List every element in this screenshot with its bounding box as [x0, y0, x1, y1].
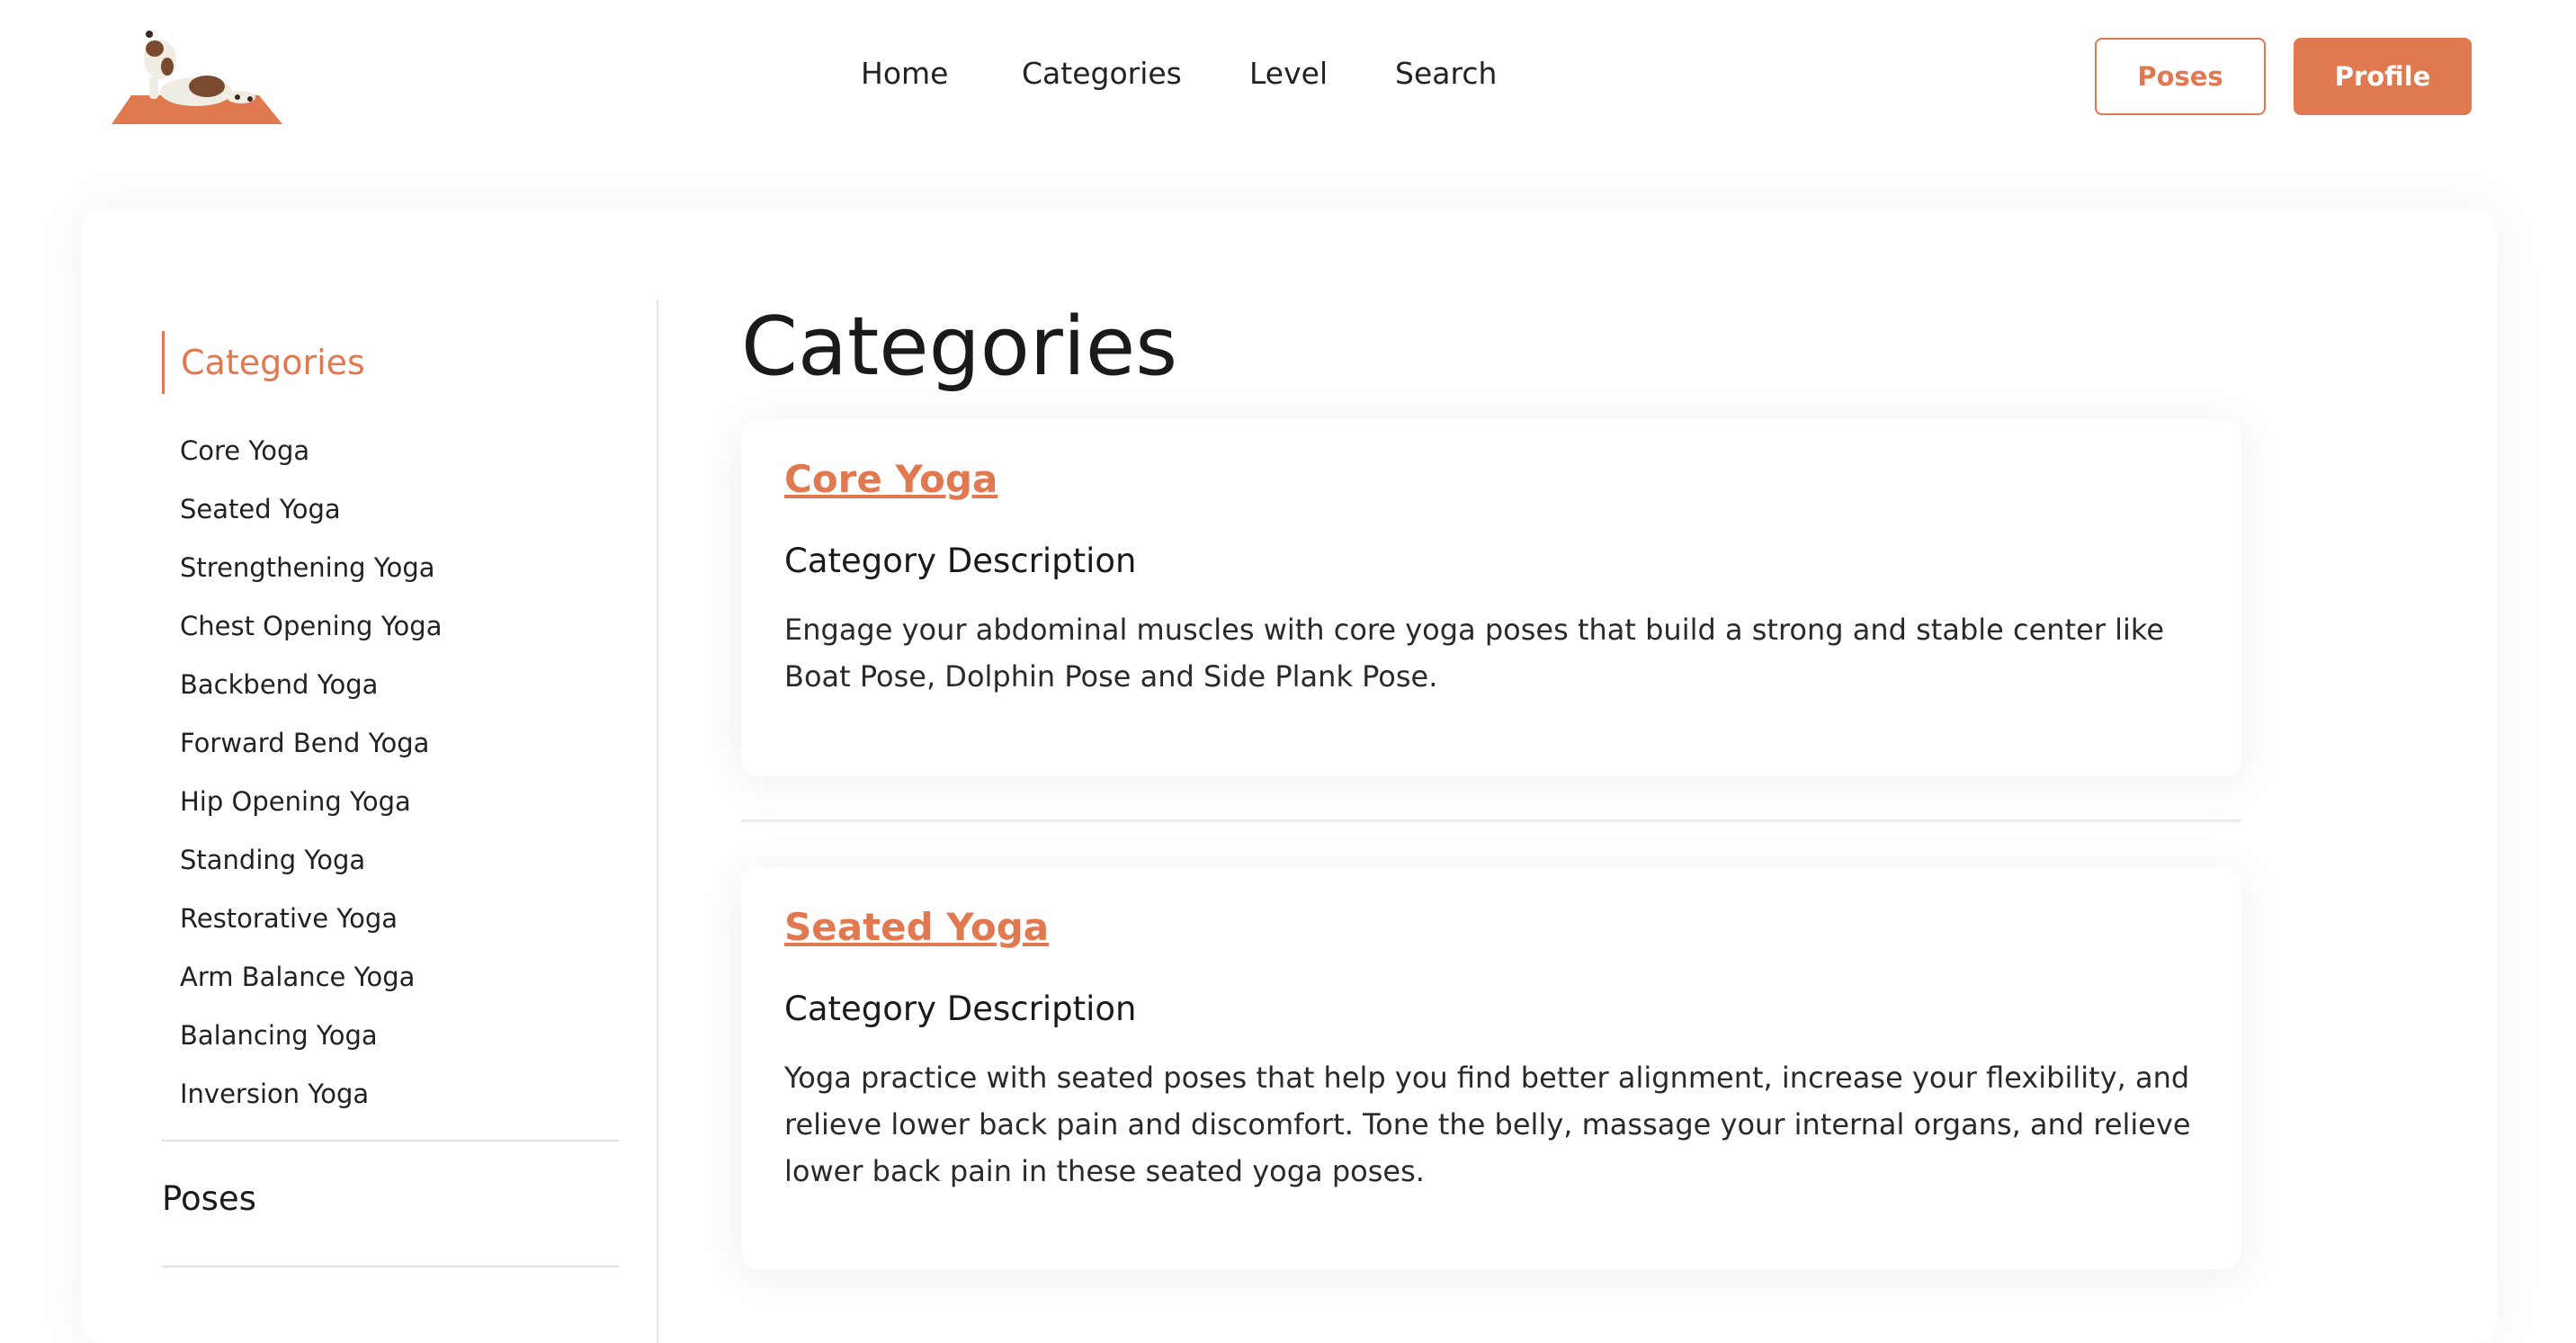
- profile-button[interactable]: Profile: [2294, 38, 2472, 115]
- sidebar-item-standing-yoga[interactable]: Standing Yoga: [180, 842, 612, 900]
- category-description-text: Yoga practice with seated poses that hel…: [784, 1061, 2191, 1188]
- category-link-core-yoga[interactable]: Core Yoga: [784, 457, 997, 501]
- category-description-heading: Category Description: [784, 542, 1137, 580]
- category-description-heading: Category Description: [784, 989, 1137, 1028]
- sidebar-item-balancing-yoga[interactable]: Balancing Yoga: [180, 1017, 612, 1076]
- site-header: Home Categories Level Search Poses Profi…: [0, 0, 2576, 153]
- sidebar-item-hip-opening-yoga[interactable]: Hip Opening Yoga: [180, 783, 612, 842]
- sidebar-item-restorative-yoga[interactable]: Restorative Yoga: [180, 900, 612, 959]
- sidebar-item-chest-opening-yoga[interactable]: Chest Opening Yoga: [180, 608, 612, 667]
- sidebar-item-inversion-yoga[interactable]: Inversion Yoga: [180, 1076, 612, 1134]
- category-card-seated-yoga: Seated Yoga Category Description Yoga pr…: [741, 867, 2241, 1269]
- nav-categories[interactable]: Categories: [1022, 56, 1182, 91]
- page-title: Categories: [741, 300, 1178, 394]
- sidebar-item-backbend-yoga[interactable]: Backbend Yoga: [180, 667, 612, 725]
- sidebar-category-list: Core Yoga Seated Yoga Strengthening Yoga…: [180, 433, 612, 1134]
- category-link-seated-yoga[interactable]: Seated Yoga: [784, 905, 1049, 949]
- sidebar-divider-1: [162, 1140, 619, 1142]
- sidebar-title[interactable]: Categories: [162, 331, 522, 394]
- sidebar-vertical-divider: [657, 300, 658, 1343]
- sidebar: Categories Core Yoga Seated Yoga Strengt…: [81, 210, 657, 1343]
- category-description-text: Engage your abdominal muscles with core …: [784, 613, 2164, 694]
- card-divider: [741, 819, 2241, 822]
- category-card-core-yoga: Core Yoga Category Description Engage yo…: [741, 419, 2241, 776]
- sidebar-item-strengthening-yoga[interactable]: Strengthening Yoga: [180, 550, 612, 608]
- poses-button[interactable]: Poses: [2095, 38, 2266, 115]
- sidebar-item-arm-balance-yoga[interactable]: Arm Balance Yoga: [180, 959, 612, 1017]
- sidebar-item-seated-yoga[interactable]: Seated Yoga: [180, 491, 612, 550]
- sidebar-divider-2: [162, 1266, 619, 1267]
- nav-home[interactable]: Home: [861, 56, 948, 91]
- sidebar-item-forward-bend-yoga[interactable]: Forward Bend Yoga: [180, 725, 612, 783]
- sidebar-item-core-yoga[interactable]: Core Yoga: [180, 433, 612, 491]
- sidebar-poses-heading[interactable]: Poses: [162, 1179, 256, 1218]
- nav-level[interactable]: Level: [1249, 56, 1328, 91]
- nav-search[interactable]: Search: [1395, 56, 1497, 91]
- main-card: Categories Core Yoga Seated Yoga Strengt…: [81, 210, 2497, 1343]
